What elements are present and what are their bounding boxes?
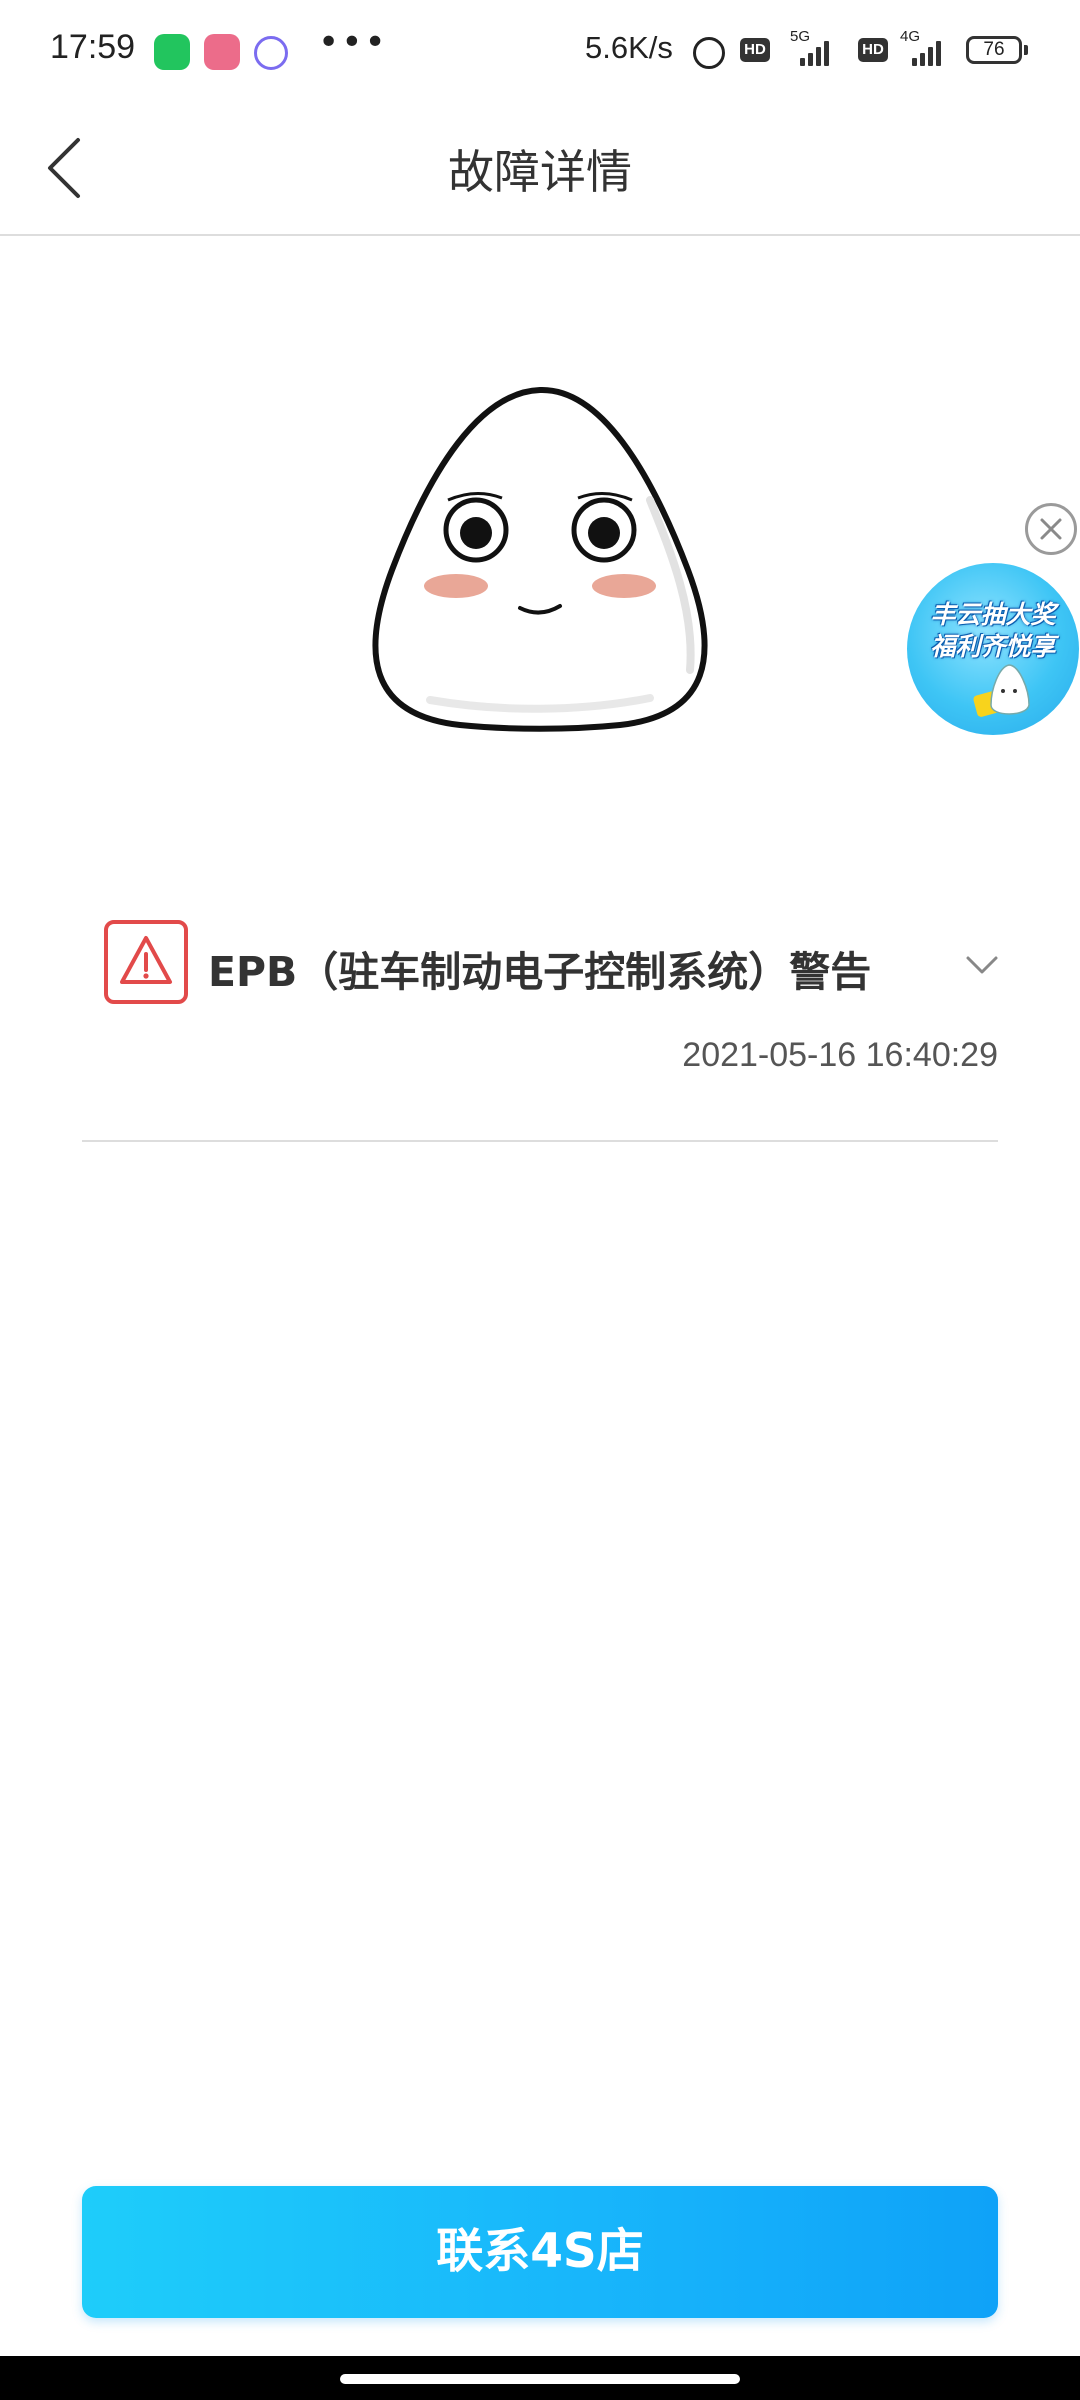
- page-title: 故障详情: [448, 145, 632, 199]
- status-bar: 17:59 ••• 5.6K/s HD 5G HD 4G 76: [0, 0, 1080, 100]
- signal-icon: [790, 36, 830, 66]
- contact-dealer-button[interactable]: 联系4S店: [82, 2186, 998, 2318]
- battery-icon: 76: [966, 36, 1028, 64]
- system-navigation-bar: [0, 2356, 1080, 2400]
- promo-text-line1: 丰云抽大奖: [930, 600, 1056, 629]
- promo-close-button[interactable]: [1025, 503, 1077, 555]
- more-notifications-icon: •••: [318, 22, 388, 63]
- fault-timestamp: 2021-05-16 16:40:29: [682, 1036, 998, 1074]
- lottery-promo-badge[interactable]: 丰云抽大奖 福利齐悦享: [907, 563, 1079, 735]
- alarm-icon: [693, 37, 725, 69]
- app-header: 故障详情: [0, 100, 1080, 236]
- warning-icon: [104, 920, 188, 1004]
- promo-mascot-icon: [973, 664, 1030, 717]
- fault-title: EPB（驻车制动电子控制系统）警告: [208, 948, 872, 996]
- status-time: 17:59: [50, 28, 136, 66]
- close-icon: [1040, 518, 1062, 540]
- qq-icon: [254, 36, 288, 70]
- divider: [82, 1140, 998, 1142]
- hd-badge: HD: [740, 38, 770, 62]
- home-indicator[interactable]: [340, 2374, 740, 2384]
- hd-badge: HD: [858, 38, 888, 62]
- promo-text: 丰云抽大奖 福利齐悦享: [907, 599, 1079, 663]
- signal-icon: [906, 36, 946, 66]
- rice-ball-mascot-illustration: [350, 380, 730, 740]
- chevron-down-icon: [966, 956, 998, 974]
- network-speed: 5.6K/s: [585, 30, 673, 65]
- wechat-icon: [154, 34, 190, 70]
- expand-fault-button[interactable]: [962, 950, 1002, 980]
- avatar-app-icon: [204, 34, 240, 70]
